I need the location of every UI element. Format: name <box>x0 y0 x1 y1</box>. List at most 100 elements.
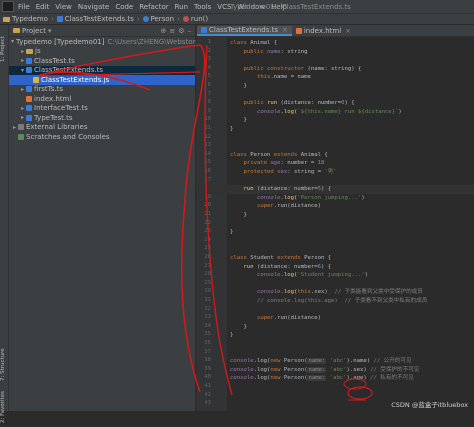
tree-item-firstts[interactable]: ▸ firstTs.ts <box>9 85 195 95</box>
code-token: Animal { <box>300 151 328 158</box>
menu-bar: File Edit View Navigate Code Refactor Ru… <box>0 0 474 13</box>
code-line: } <box>230 82 246 91</box>
breadcrumb-class[interactable]: Person <box>142 15 174 23</box>
project-panel-title[interactable]: Project <box>22 27 46 35</box>
close-icon[interactable]: × <box>282 26 288 34</box>
tree-item-index-html[interactable]: index.html <box>9 94 195 104</box>
ts-file-icon <box>26 86 32 93</box>
menu-run[interactable]: Run <box>175 3 188 11</box>
line-number: 35 <box>204 331 211 338</box>
code-line: } <box>230 125 233 134</box>
tree-item-classtestextends-js[interactable]: ClassTestExtends.js <box>9 75 195 85</box>
tree-item-interfacetest[interactable]: ▸ InterfaceTest.ts <box>9 104 195 114</box>
breadcrumb-file[interactable]: ClassTestExtends.ts <box>56 15 134 23</box>
line-number: 23 <box>204 228 211 235</box>
tree-item-label: index.html <box>34 94 72 103</box>
chevron-down-icon[interactable]: ▾ <box>48 27 52 35</box>
code-token: extends <box>273 151 301 158</box>
tree-item-label: Scratches and Consoles <box>26 132 110 141</box>
watermark: CSDN @蓝盒子itbluebox <box>391 401 468 409</box>
line-number: 26 <box>204 254 211 260</box>
ts-file-icon <box>201 27 207 33</box>
line-number: 42 <box>204 391 211 398</box>
breadcrumb-label: ClassTestExtends.ts <box>64 15 134 23</box>
tree-item-root[interactable]: ▾ Typedemo [Typedemo01] C:\Users\ZHENG\W… <box>9 37 245 47</box>
close-icon[interactable]: × <box>345 27 351 35</box>
line-number: 38 <box>204 357 211 364</box>
code-token: ) { <box>344 100 355 107</box>
menu-file[interactable]: File <box>18 3 30 11</box>
line-number: 15 <box>204 159 211 166</box>
chevron-down-icon[interactable]: ▾ <box>11 38 14 45</box>
menu-code[interactable]: Code <box>115 3 133 11</box>
tab-classtestextends[interactable]: ClassTestExtends.ts × <box>197 26 292 36</box>
project-tree: ▾ Typedemo [Typedemo01] C:\Users\ZHENG\W… <box>9 37 245 142</box>
line-number: 34 <box>204 322 211 329</box>
menu-refactor[interactable]: Refactor <box>139 3 168 11</box>
code-comment: // 私有的不可见 <box>370 375 414 382</box>
menu-navigate[interactable]: Navigate <box>78 3 109 11</box>
minimize-icon[interactable]: – <box>188 27 192 35</box>
html-file-icon <box>295 28 302 34</box>
chevron-right-icon[interactable]: ▸ <box>19 57 26 64</box>
tree-item-typetest[interactable]: ▸ TypeTest.ts <box>9 113 195 123</box>
code-editor[interactable]: class Animal { public name: string publi… <box>197 37 474 411</box>
menu-tools[interactable]: Tools <box>194 3 211 11</box>
code-token: } <box>230 126 234 132</box>
collapse-icon[interactable]: ≡ <box>169 27 175 35</box>
line-number: 13 <box>204 142 211 149</box>
tree-item-label: js <box>35 47 41 56</box>
code-token: (name: string) { <box>307 65 362 72</box>
method-icon <box>182 16 189 22</box>
code-token: class <box>230 151 251 158</box>
code-token: .sex) <box>310 289 328 296</box>
locate-icon[interactable]: ⊕ <box>160 27 166 35</box>
tree-item-label: Typedemo [Typedemo01] <box>16 37 105 46</box>
breadcrumb-separator: › <box>50 15 54 23</box>
code-token: } <box>230 229 234 236</box>
breadcrumb-method[interactable]: run() <box>182 15 209 23</box>
breadcrumb-label: run() <box>190 15 209 23</box>
tree-item-js[interactable]: ▸ js <box>9 47 195 57</box>
chevron-down-icon[interactable]: ▾ <box>19 67 26 74</box>
tab-index-html[interactable]: index.html × <box>292 26 355 36</box>
tree-item-classtestextends-ts[interactable]: ▾ ClassTestExtends.ts <box>9 65 195 75</box>
code-token: console <box>230 375 254 382</box>
line-number: 14 <box>204 150 211 157</box>
line-number: 25 <box>204 245 211 252</box>
line-number: 1 <box>207 39 211 45</box>
chevron-right-icon[interactable]: ▸ <box>19 105 26 112</box>
line-number: 40 <box>204 374 211 381</box>
code-token: console <box>256 272 281 279</box>
code-token: Person <box>250 151 274 158</box>
ts-file-icon <box>26 105 32 112</box>
menu-edit[interactable]: Edit <box>36 3 50 11</box>
code-token: name <box>267 48 281 55</box>
menu-view[interactable]: View <box>55 3 72 11</box>
chevron-right-icon[interactable]: ▸ <box>19 114 26 121</box>
line-number: 6 <box>207 82 211 88</box>
structure-tool-tab[interactable]: 7: Structure <box>0 345 8 385</box>
code-token: .log( <box>280 108 298 115</box>
chevron-right-icon[interactable]: ▸ <box>19 86 26 93</box>
code-token: new <box>270 366 284 373</box>
project-tool-tab[interactable]: 1: Project <box>0 29 8 69</box>
code-token: public constructor <box>243 65 308 72</box>
chevron-right-icon[interactable]: ▸ <box>19 48 26 55</box>
line-number: 20 <box>204 202 211 209</box>
tree-item-label: ClassTest.ts <box>34 56 75 65</box>
tree-item-classtest[interactable]: ▸ ClassTest.ts <box>9 56 195 66</box>
favorites-tool-tab[interactable]: 2: Favorites <box>0 387 8 427</box>
code-token: Student <box>250 255 278 261</box>
code-token: super <box>256 203 274 210</box>
line-number: 30 <box>204 288 211 295</box>
code-token: 'abc' <box>329 375 347 382</box>
gear-icon[interactable]: ⚙ <box>178 27 184 35</box>
tree-item-external-libraries[interactable]: ▸ External Libraries <box>9 123 195 133</box>
code-comment: // 公开的可见 <box>373 358 412 365</box>
tree-item-scratches[interactable]: Scratches and Consoles <box>9 132 195 142</box>
code-token: ) <box>361 194 365 201</box>
chevron-right-icon[interactable]: ▸ <box>11 124 18 131</box>
breadcrumb-project[interactable]: Typedemo <box>3 15 48 23</box>
tree-item-label: TypeTest.ts <box>34 113 73 122</box>
